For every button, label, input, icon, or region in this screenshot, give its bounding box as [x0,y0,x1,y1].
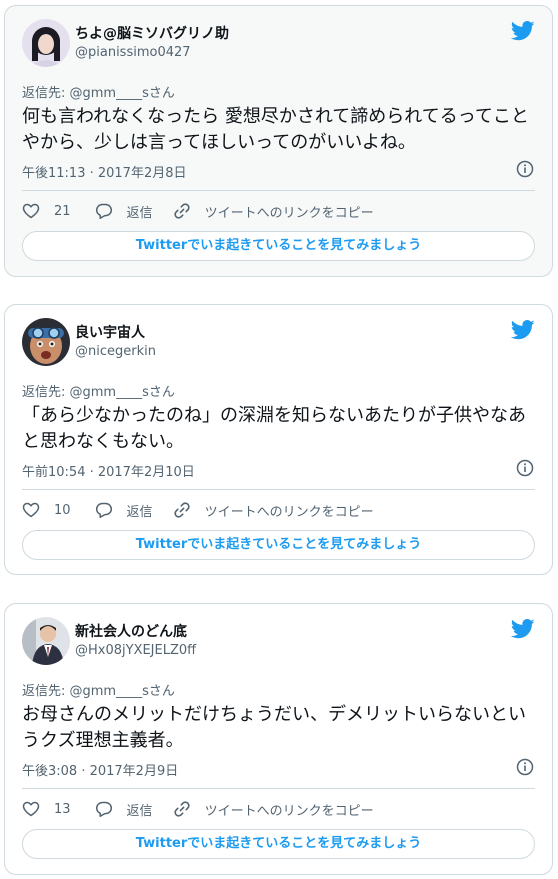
tweet-actions: 21 返信 ツイートへのリンクをコピー [22,199,374,223]
link-icon [173,502,190,518]
heart-icon [22,801,40,817]
link-icon [173,203,190,219]
speech-bubble-icon [95,203,112,219]
tweet-text: お母さんのメリットだけちょうだい、デメリットいらないというクズ理想主義者。 [22,704,526,751]
user-handle[interactable]: @pianissimo0427 [75,45,191,60]
reply-button[interactable]: 返信 [95,501,153,520]
reply-button[interactable]: 返信 [95,800,153,819]
tweet-timestamp[interactable]: 午後11:13 · 2017年2月8日 [22,162,187,181]
twitter-bird-icon[interactable] [511,619,535,639]
info-icon[interactable] [516,160,534,178]
link-icon [173,801,190,817]
like-button[interactable]: 10 [22,501,71,519]
display-name[interactable]: 新社会人のどん底 [75,621,187,641]
like-count: 21 [54,203,71,219]
tweet-text: 何も言われなくなったら 愛想尽かされて諦められてるってことやから、少しは言ってほ… [22,106,529,153]
read-more-button[interactable]: Twitterでいま起きていることを見てみましょう [22,231,535,261]
read-more-button[interactable]: Twitterでいま起きていることを見てみましょう [22,530,535,560]
copy-link-label: ツイートへのリンクをコピー [204,504,374,520]
tweet-timestamp[interactable]: 午前10:54 · 2017年2月10日 [22,461,195,480]
divider [22,489,535,490]
heart-icon [22,502,40,518]
user-avatar[interactable] [22,318,70,366]
reply-to-label[interactable]: 返信先: @gmm____sさん [22,381,175,400]
copy-link-button[interactable]: ツイートへのリンクをコピー [173,501,374,520]
twitter-bird-icon[interactable] [511,320,535,340]
copy-link-label: ツイートへのリンクをコピー [204,205,374,221]
info-icon[interactable] [516,459,534,477]
user-handle[interactable]: @Hx08jYXEJELZ0ff [75,643,196,658]
read-more-button[interactable]: Twitterでいま起きていることを見てみましょう [22,829,535,859]
user-avatar[interactable] [22,19,70,67]
divider [22,788,535,789]
like-count: 10 [54,502,71,518]
reply-label: 返信 [126,504,153,520]
reply-to-label[interactable]: 返信先: @gmm____sさん [22,82,175,101]
reply-label: 返信 [126,803,153,819]
display-name[interactable]: 良い宇宙人 [75,322,145,342]
copy-link-button[interactable]: ツイートへのリンクをコピー [173,800,374,819]
tweet-text: 「あら少なかったのね」の深淵を知らないあたりが子供やなあと思わなくもない。 [22,405,526,452]
like-count: 13 [54,801,71,817]
tweet-timestamp[interactable]: 午後3:08 · 2017年2月9日 [22,760,178,779]
copy-link-label: ツイートへのリンクをコピー [204,803,374,819]
reply-label: 返信 [126,205,153,221]
tweet-card[interactable]: 良い宇宙人 @nicegerkin 返信先: @gmm____sさん 「あら少な… [4,304,553,575]
display-name[interactable]: ちよ@脳ミソバグリノ助 [75,23,229,43]
speech-bubble-icon [95,502,112,518]
user-handle[interactable]: @nicegerkin [75,344,156,359]
like-button[interactable]: 13 [22,800,71,818]
tweet-actions: 10 返信 ツイートへのリンクをコピー [22,498,374,522]
reply-to-label[interactable]: 返信先: @gmm____sさん [22,680,175,699]
speech-bubble-icon [95,801,112,817]
tweet-actions: 13 返信 ツイートへのリンクをコピー [22,797,374,821]
twitter-bird-icon[interactable] [511,21,535,41]
user-avatar[interactable] [22,617,70,665]
like-button[interactable]: 21 [22,202,71,220]
tweet-card[interactable]: ちよ@脳ミソバグリノ助 @pianissimo0427 返信先: @gmm___… [4,5,553,277]
copy-link-button[interactable]: ツイートへのリンクをコピー [173,202,374,221]
info-icon[interactable] [516,758,534,776]
heart-icon [22,203,40,219]
tweet-card[interactable]: 新社会人のどん底 @Hx08jYXEJELZ0ff 返信先: @gmm____s… [4,603,553,875]
divider [22,190,535,191]
reply-button[interactable]: 返信 [95,202,153,221]
